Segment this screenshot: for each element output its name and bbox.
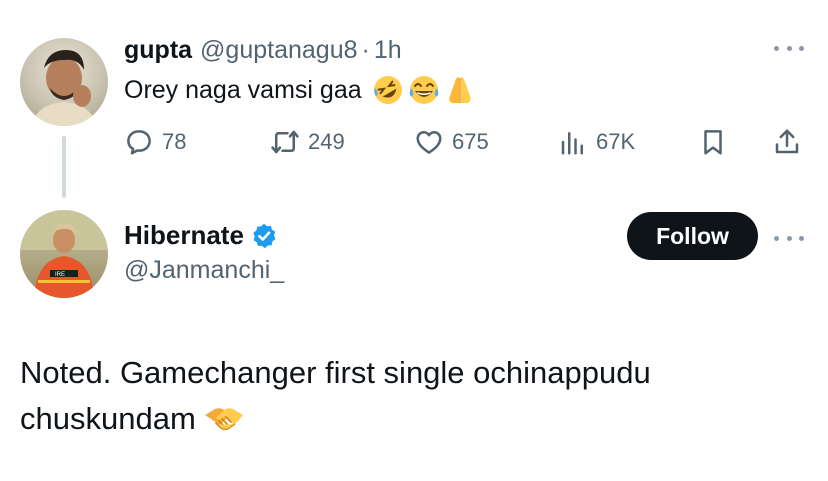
views-action[interactable]: 67K [558,124,635,160]
parent-handle[interactable]: @guptanagu8 [200,36,357,65]
parent-tweet-header: gupta @guptanagu8 · 1h [124,36,402,66]
parent-display-name[interactable]: gupta [124,36,192,65]
reply-header: Hibernate [124,220,278,251]
folded-hands-emoji [448,77,471,103]
avatar-portrait-icon: IRE [20,210,108,298]
bookmark-action[interactable] [698,124,728,160]
reply-bubble-icon [127,130,151,155]
reply-more-options-icon[interactable] [774,228,804,248]
parent-avatar[interactable] [20,38,108,126]
tears-of-joy-emoji [409,76,438,104]
repost-count: 249 [308,129,345,154]
reply-handle[interactable]: @Janmanchi_ [124,256,284,285]
share-upload-icon [775,129,799,154]
reply-count: 78 [162,129,187,154]
header-separator: · [361,36,370,64]
like-action[interactable]: 675 [414,124,489,160]
parent-tweet-text: Orey naga vamsi gaa [124,74,476,106]
parent-tweet-text-content: Orey naga vamsi gaa [124,75,362,104]
avatar-portrait-icon [32,50,96,126]
parent-tweet-actions: 78 249 675 67K [124,124,808,160]
share-action[interactable] [772,124,802,160]
follow-button[interactable]: Follow [627,212,758,260]
rolling-on-floor-laughing-emoji [373,75,402,104]
parent-timestamp[interactable]: 1h [374,36,402,65]
svg-text:IRE: IRE [55,272,65,278]
reply-tweet-text-content: Noted. Gamechanger first single ochinapp… [20,355,651,436]
bookmark-icon [704,130,722,155]
heart-icon [416,131,442,154]
like-count: 675 [452,129,489,154]
parent-more-options-icon[interactable] [774,38,804,58]
reply-display-name[interactable]: Hibernate [124,220,244,251]
views-chart-icon [561,132,583,155]
reply-action[interactable]: 78 [124,124,186,160]
verified-badge-icon[interactable] [250,222,278,250]
reply-avatar[interactable]: IRE [20,210,108,298]
handshake-emoji [204,408,243,431]
repost-action[interactable]: 249 [270,124,345,160]
view-count: 67K [596,129,636,154]
repost-icon [271,130,299,154]
reply-tweet-text: Noted. Gamechanger first single ochinapp… [20,350,800,442]
thread-connector-line [62,136,66,198]
